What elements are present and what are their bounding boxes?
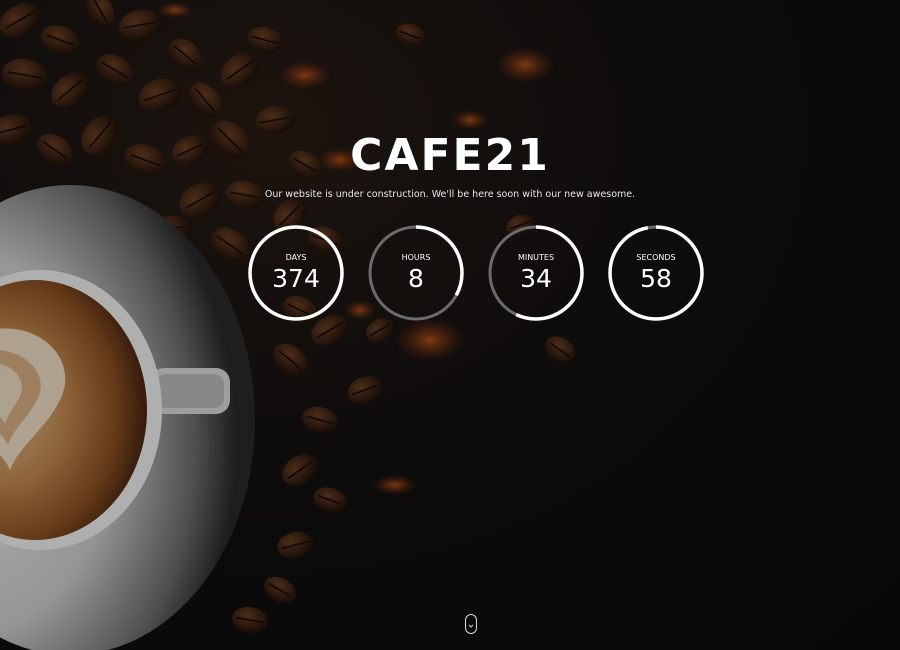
scroll-down-button[interactable]: [465, 614, 477, 634]
countdown-timer: DAYS 374 HOURS 8 MINUTES 34 SECONDS 58: [0, 223, 900, 323]
background-overlay: [0, 0, 900, 650]
days-label: DAYS: [285, 253, 307, 262]
seconds-value: 58: [640, 264, 672, 293]
hours-label: HOURS: [401, 253, 431, 262]
hours-value: 8: [408, 264, 424, 293]
seconds-label: SECONDS: [636, 253, 676, 262]
construction-message: Our website is under construction. We'll…: [264, 189, 636, 200]
days-value: 374: [272, 264, 320, 293]
site-title: CAFE21: [350, 130, 550, 181]
minutes-value: 34: [520, 264, 552, 293]
timer-minutes: MINUTES 34: [486, 223, 586, 323]
minutes-label: MINUTES: [517, 253, 555, 262]
landing-page: CAFE21 Our website is under construction…: [0, 0, 900, 650]
timer-days: DAYS 374: [246, 223, 346, 323]
chevron-down-icon: [468, 624, 474, 628]
timer-seconds: SECONDS 58: [606, 223, 706, 323]
timer-hours: HOURS 8: [366, 223, 466, 323]
